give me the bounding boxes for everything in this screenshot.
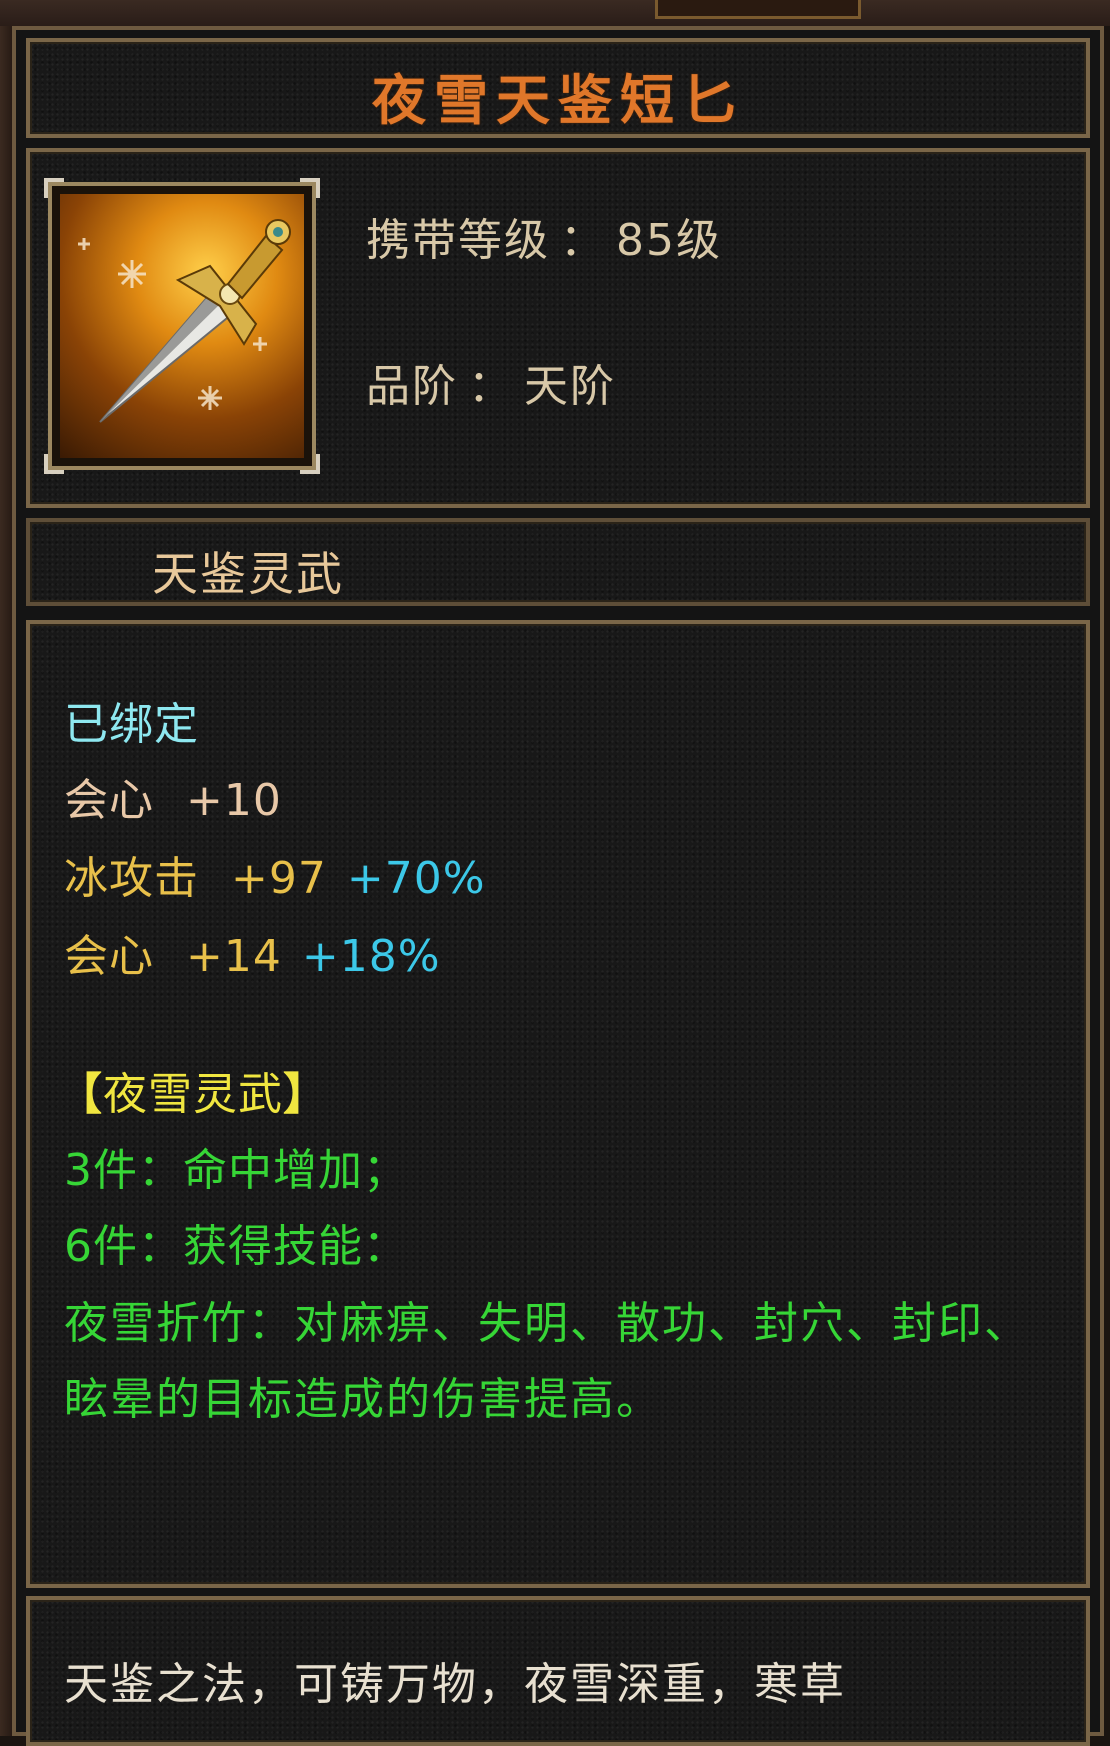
grade-value: 天阶 <box>524 361 616 412</box>
attribute-percent: +18% <box>301 931 441 982</box>
attributes-panel: 已绑定 会心 +10 冰攻击 +97 +70% 会心 +14 +18% 【夜雪灵武】 3件… <box>26 620 1090 1588</box>
extra-attribute: 冰攻击 +97 +70% <box>64 842 486 906</box>
extra-attribute: 会心 +14 +18% <box>64 920 441 984</box>
bound-status: 已绑定 <box>64 699 199 750</box>
lore-text: 天鉴之法，可铸万物，夜雪深重，寒草 <box>64 1659 846 1710</box>
attribute-value: +97 <box>231 853 327 904</box>
category-panel: 天鉴灵武 <box>26 518 1090 606</box>
attribute-name: 会心 <box>64 931 154 982</box>
attribute-value: +10 <box>186 775 282 826</box>
set-name: 【夜雪灵武】 <box>58 1058 328 1122</box>
carry-level-label: 携带等级 <box>366 215 550 266</box>
carry-level: 携带等级： 85级 <box>366 204 722 268</box>
attribute-value: +14 <box>186 931 282 982</box>
item-tooltip: 夜雪天鉴短匕 携带等级 ： 85级 品阶 ： 天阶 天鉴灵武 已绑定 会心 +1… <box>12 26 1104 1746</box>
set-skill-description: 夜雪折竹：对麻痹、失明、散功、封穴、封印、眩晕的目标造成的伤害提高。 <box>64 1298 1030 1425</box>
attribute-name: 会心 <box>64 775 154 826</box>
item-category: 天鉴灵武 <box>152 547 344 601</box>
set-bracket-close: 】 <box>283 1069 328 1120</box>
base-attribute: 会心 +10 <box>64 764 282 828</box>
item-grade: 品阶：天阶 <box>366 350 616 414</box>
info-panel: 携带等级： 85级 品阶：天阶 <box>26 148 1090 508</box>
top-tab-decoration <box>655 0 861 19</box>
separator: ： <box>468 361 514 412</box>
set-bracket-open: 【 <box>58 1069 103 1120</box>
dagger-icon <box>60 194 304 458</box>
lore-panel: 天鉴之法，可铸万物，夜雪深重，寒草 <box>26 1596 1090 1746</box>
set-bonus-6: 6件：获得技能： <box>64 1221 408 1272</box>
dagger-svg <box>78 219 291 423</box>
carry-level-value: 85级 <box>616 215 722 266</box>
grade-label: 品阶 <box>366 361 458 412</box>
set-name-text: 夜雪灵武 <box>103 1069 283 1120</box>
attribute-name: 冰攻击 <box>64 853 199 904</box>
item-name: 夜雪天鉴短匕 <box>372 68 744 132</box>
separator: ： <box>560 215 606 266</box>
item-icon-frame[interactable] <box>44 178 320 474</box>
window-top-border <box>0 0 1110 26</box>
attribute-percent: +70% <box>346 853 486 904</box>
title-panel: 夜雪天鉴短匕 <box>26 38 1090 138</box>
set-bonus-3: 3件：命中增加； <box>64 1145 408 1196</box>
